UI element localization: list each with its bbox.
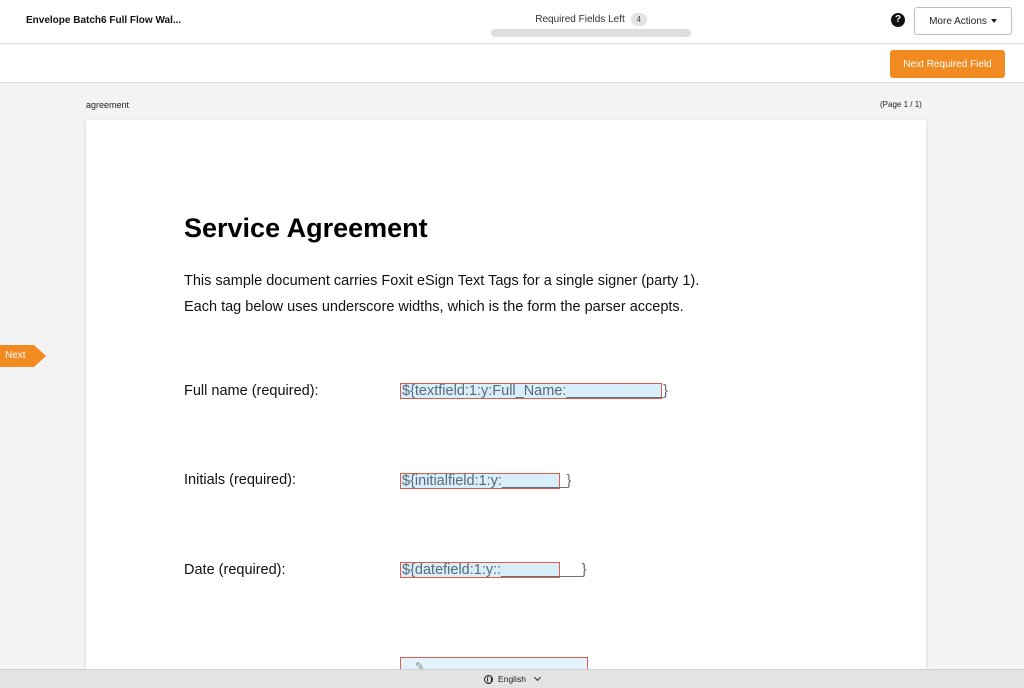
- date-field[interactable]: ${datefield:1:y::__________}: [400, 562, 587, 578]
- required-fields-count-badge: 4: [630, 13, 647, 26]
- caret-down-icon: [990, 19, 997, 23]
- initials-label: Initials (required):: [184, 472, 297, 488]
- action-toolbar: Next Required Field: [0, 45, 1024, 83]
- more-actions-label: More Actions: [929, 15, 987, 27]
- initials-field[interactable]: ${initialfield:1:y:________}: [400, 473, 571, 489]
- document-name: agreement: [86, 100, 130, 110]
- required-fields-label: Required Fields Left 4: [535, 13, 647, 26]
- document-paragraph-1: This sample document carries Foxit eSign…: [184, 273, 700, 289]
- top-bar: Envelope Batch6 Full Flow Wal... Require…: [0, 0, 1024, 44]
- next-flag-label: Next: [5, 350, 26, 361]
- document-paragraph-2: Each tag below uses underscore widths, w…: [184, 299, 684, 315]
- globe-icon: [484, 674, 494, 684]
- help-icon[interactable]: ?: [891, 13, 905, 27]
- document-page: Service Agreement This sample document c…: [86, 120, 926, 688]
- envelope-title: Envelope Batch6 Full Flow Wal...: [26, 15, 182, 26]
- required-fields-text: Required Fields Left: [535, 14, 625, 25]
- required-fields-indicator: Required Fields Left 4: [491, 9, 691, 37]
- page-indicator: (Page 1 / 1): [880, 100, 922, 109]
- chevron-down-icon[interactable]: [533, 673, 541, 682]
- language-selector[interactable]: English: [498, 674, 526, 684]
- next-required-field-button[interactable]: Next Required Field: [890, 50, 1005, 78]
- full-name-label: Full name (required):: [184, 383, 319, 399]
- next-field-flag[interactable]: Next: [0, 345, 46, 367]
- date-label: Date (required):: [184, 562, 286, 578]
- language-footer: English: [0, 669, 1024, 688]
- full-name-field[interactable]: ${textfield:1:y:Full_Name:____________}: [400, 383, 668, 399]
- more-actions-button[interactable]: More Actions: [914, 7, 1012, 35]
- document-heading: Service Agreement: [184, 213, 428, 243]
- required-fields-progress-bar: [491, 29, 691, 37]
